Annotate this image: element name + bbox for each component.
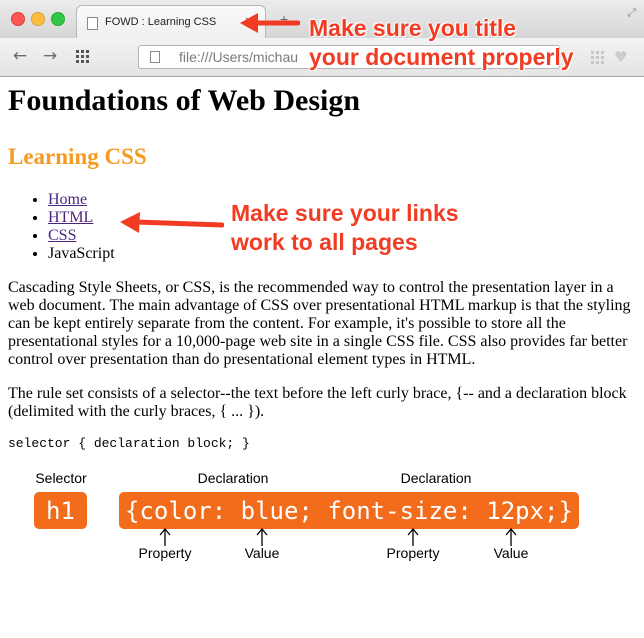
page-subtitle: Learning CSS [8,144,147,169]
nav-item-html: HTML [48,209,115,227]
links-annotation: Make sure your links work to all pages [231,199,459,257]
nav-item-home: Home [48,191,115,209]
minimize-window-button[interactable] [31,12,45,26]
nav-link-html[interactable]: HTML [48,209,93,226]
nav-link-home[interactable]: Home [48,191,87,208]
links-annotation-arrow-icon [120,212,224,233]
page-title: Foundations of Web Design [8,84,361,117]
forward-arrow-icon[interactable]: → [39,45,61,67]
declaration-pill: {color: blue; font-size: 12px;} [119,492,579,529]
page-icon [150,51,160,63]
selector-label: Selector [35,470,87,486]
declaration-label-2: Declaration [400,470,472,486]
intro-paragraph: Cascading Style Sheets, or CSS, is the r… [8,279,631,368]
code-sample: selector { declaration block; } [8,436,250,451]
value-arrow-1-icon [256,528,268,546]
title-annotation-line-1: Make sure you title [309,15,517,41]
page-icon [87,17,98,30]
back-arrow-icon[interactable]: ← [9,45,31,67]
title-annotation-arrow-icon [240,13,300,33]
property-label-1: Property [138,545,192,561]
title-annotation: Make sure you title your document proper… [309,14,574,72]
close-window-button[interactable] [11,12,25,26]
heart-icon[interactable]: ♥ [614,48,627,66]
address-text[interactable]: file:///Users/michau [179,49,298,65]
nav-text-javascript: JavaScript [48,245,115,262]
ruleset-paragraph: The rule set consists of a selector--the… [8,385,627,420]
property-arrow-2-icon [407,528,419,546]
property-arrow-1-icon [159,528,171,546]
declaration-label-1: Declaration [197,470,269,486]
site-nav: Home HTML CSS JavaScript [8,191,115,263]
zoom-window-button[interactable] [51,12,65,26]
value-label-2: Value [493,545,529,561]
title-annotation-line-2: your document properly [309,44,574,70]
links-annotation-line-2: work to all pages [231,229,418,255]
fullscreen-icon[interactable]: ⤢ [627,6,636,20]
nav-item-javascript: JavaScript [48,245,115,263]
nav-link-css[interactable]: CSS [48,227,76,244]
extension-icon[interactable] [591,51,604,64]
apps-grid-icon[interactable] [76,50,89,63]
page-content: Foundations of Web Design Learning CSS H… [0,76,644,638]
links-annotation-line-1: Make sure your links [231,200,459,226]
property-label-2: Property [386,545,440,561]
tab-title: FOWD : Learning CSS [105,16,217,28]
selector-pill: h1 [34,492,87,529]
value-arrow-2-icon [505,528,517,546]
value-label-1: Value [244,545,280,561]
nav-item-css: CSS [48,227,115,245]
